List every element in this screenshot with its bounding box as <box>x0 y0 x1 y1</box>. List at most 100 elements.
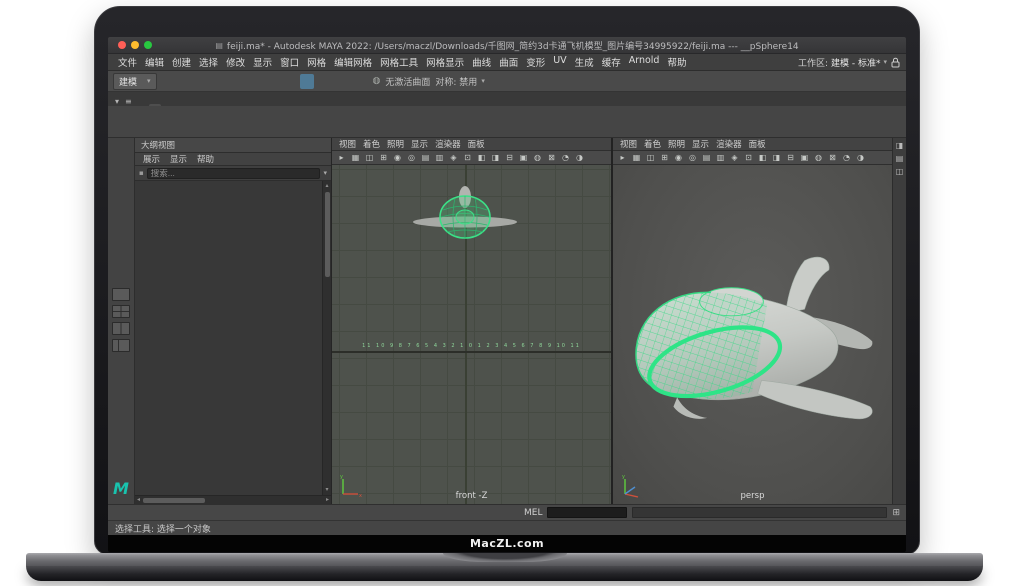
zoom-window-button[interactable] <box>144 41 152 49</box>
viewport-toolbar-icon[interactable]: ◎ <box>686 153 699 162</box>
menu-item[interactable]: 显示 <box>249 55 276 69</box>
outliner-item[interactable]: + <box>135 401 322 416</box>
viewport-toolbar-icon[interactable]: ⊡ <box>742 153 755 162</box>
outliner-item[interactable]: + <box>135 459 322 474</box>
viewport-toolbar-icon[interactable]: ▣ <box>517 153 530 162</box>
outliner-item[interactable]: + <box>135 255 322 270</box>
viewport-menu-item[interactable]: 面板 <box>746 138 769 150</box>
viewport-menu-item[interactable]: 照明 <box>384 138 407 150</box>
viewport-toolbar-icon[interactable]: ▸ <box>616 153 629 162</box>
viewport-toolbar-icon[interactable]: ⊠ <box>545 153 558 162</box>
viewport-menu-item[interactable]: 显示 <box>689 138 712 150</box>
menu-item[interactable]: 窗口 <box>276 55 303 69</box>
menu-item[interactable]: 网格 <box>303 55 330 69</box>
viewport-toolbar-icon[interactable]: ◔ <box>840 153 853 162</box>
outliner-item[interactable]: + <box>135 372 322 387</box>
viewport-menu-item[interactable]: 视图 <box>617 138 640 150</box>
outliner-item[interactable]: + <box>135 270 322 285</box>
shelf-gear-icon[interactable]: ≡ <box>122 97 135 106</box>
scroll-down-icon[interactable]: ▾ <box>325 486 328 494</box>
viewport-toolbar-icon[interactable]: ⊠ <box>826 153 839 162</box>
modeling-toolkit-tab-icon[interactable]: ▤ <box>896 154 904 163</box>
close-window-button[interactable] <box>118 41 126 49</box>
viewport-toolbar-icon[interactable]: ◉ <box>391 153 404 162</box>
mel-input[interactable] <box>547 507 627 518</box>
lock-icon[interactable] <box>891 57 900 68</box>
viewport-toolbar-icon[interactable]: ◧ <box>475 153 488 162</box>
perspective-airplane-model[interactable] <box>621 233 883 457</box>
viewport-toolbar-icon[interactable]: ◫ <box>644 153 657 162</box>
viewport-menu-item[interactable]: 渲染器 <box>713 138 745 150</box>
viewport-toolbar-icon[interactable]: ⊡ <box>461 153 474 162</box>
menu-item[interactable]: 生成 <box>571 55 598 69</box>
outliner-item[interactable]: + <box>135 313 322 328</box>
viewport-toolbar-icon[interactable]: ▣ <box>798 153 811 162</box>
viewport-toolbar-icon[interactable]: ◨ <box>770 153 783 162</box>
menu-item[interactable]: 帮助 <box>663 55 690 69</box>
scroll-right-icon[interactable]: ▸ <box>326 496 329 504</box>
viewport-menu-item[interactable]: 面板 <box>465 138 488 150</box>
outliner-menu-item[interactable]: 显示 <box>166 153 191 165</box>
outliner-item[interactable]: + <box>135 445 322 460</box>
layout-outliner-persp-button[interactable] <box>112 339 130 352</box>
outliner-horizontal-scrollbar[interactable]: ◂ ▸ <box>135 495 331 504</box>
attribute-editor-tab-icon[interactable]: ◫ <box>896 167 904 176</box>
menu-item[interactable]: 网格显示 <box>422 55 468 69</box>
menu-item[interactable]: 创建 <box>168 55 195 69</box>
viewport-toolbar-icon[interactable]: ▦ <box>630 153 643 162</box>
scrollbar-thumb[interactable] <box>143 498 205 503</box>
viewport-toolbar-icon[interactable]: ◍ <box>531 153 544 162</box>
viewport-toolbar-icon[interactable]: ⊟ <box>784 153 797 162</box>
outliner-item[interactable]: + <box>135 430 322 445</box>
viewport-toolbar-icon[interactable]: ◎ <box>405 153 418 162</box>
layout-single-pane-button[interactable] <box>112 288 130 301</box>
outliner-item[interactable]: + <box>135 328 322 343</box>
viewport-toolbar-icon[interactable]: ◫ <box>363 153 376 162</box>
viewport-toolbar-icon[interactable]: ◧ <box>756 153 769 162</box>
viewport-toolbar-icon[interactable]: ▤ <box>700 153 713 162</box>
menu-item[interactable]: 修改 <box>222 55 249 69</box>
viewport-menu-item[interactable]: 着色 <box>360 138 383 150</box>
outliner-item[interactable]: + <box>135 182 322 197</box>
menu-item[interactable]: 变形 <box>522 55 549 69</box>
front-viewport[interactable]: 11 10 9 8 7 6 5 4 3 2 1 0 1 2 3 4 5 6 7 … <box>332 165 611 504</box>
viewport-toolbar-icon[interactable]: ⊞ <box>377 153 390 162</box>
outliner-item[interactable]: + <box>135 343 322 358</box>
viewport-toolbar-icon[interactable]: ◑ <box>854 153 867 162</box>
symmetry-selector[interactable]: 对称: 禁用 ▾ <box>435 75 484 88</box>
outliner-item[interactable]: + <box>135 240 322 255</box>
persp-viewport[interactable]: y persp <box>613 165 892 504</box>
viewport-toolbar-icon[interactable]: ▥ <box>714 153 727 162</box>
outliner-vertical-scrollbar[interactable]: ▴ ▾ <box>322 181 331 495</box>
outliner-item[interactable]: + <box>135 299 322 314</box>
outliner-item[interactable]: + <box>135 386 322 401</box>
viewport-menu-item[interactable]: 照明 <box>665 138 688 150</box>
menuset-selector[interactable]: 建模 ▾ <box>113 73 157 90</box>
viewport-toolbar-icon[interactable]: ◈ <box>447 153 460 162</box>
outliner-item[interactable]: + <box>135 416 322 431</box>
viewport-toolbar-icon[interactable]: ◑ <box>573 153 586 162</box>
filter-icon[interactable]: ▪ <box>139 169 144 177</box>
minimize-window-button[interactable] <box>131 41 139 49</box>
viewport-toolbar-icon[interactable]: ▤ <box>419 153 432 162</box>
viewport-menu-item[interactable]: 着色 <box>641 138 664 150</box>
workspace-selector[interactable]: 工作区: 建模 - 标准* ▾ <box>798 56 887 69</box>
outliner-item[interactable]: + <box>135 197 322 212</box>
menu-item[interactable]: Arnold <box>625 55 664 69</box>
outliner-menu-item[interactable]: 展示 <box>139 153 164 165</box>
viewport-toolbar-icon[interactable]: ◉ <box>672 153 685 162</box>
menu-item[interactable]: UV <box>549 55 570 69</box>
viewport-toolbar-icon[interactable]: ◍ <box>812 153 825 162</box>
layout-four-pane-button[interactable] <box>112 305 130 318</box>
scrollbar-thumb[interactable] <box>325 192 330 277</box>
viewport-menu-item[interactable]: 显示 <box>408 138 431 150</box>
menu-item[interactable]: 曲线 <box>468 55 495 69</box>
viewport-toolbar-icon[interactable]: ▦ <box>349 153 362 162</box>
chevron-down-icon[interactable]: ▾ <box>323 169 327 177</box>
viewport-toolbar-icon[interactable]: ◨ <box>489 153 502 162</box>
viewport-toolbar-icon[interactable]: ◈ <box>728 153 741 162</box>
script-editor-icon[interactable]: ⊞ <box>892 508 900 518</box>
search-input[interactable] <box>147 168 321 179</box>
menu-item[interactable]: 选择 <box>195 55 222 69</box>
scroll-up-icon[interactable]: ▴ <box>325 182 328 190</box>
